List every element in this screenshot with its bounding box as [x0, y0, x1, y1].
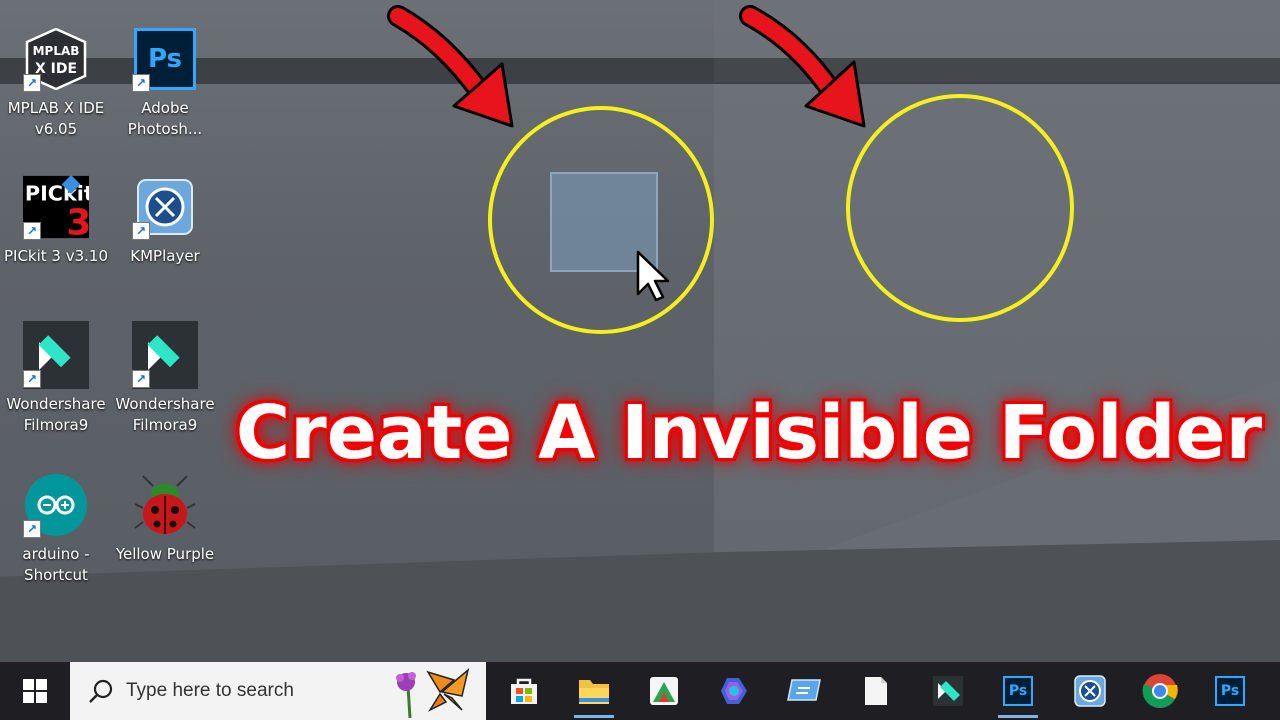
- shortcut-arrow-icon: ↗: [132, 74, 150, 92]
- shortcut-arrow-icon: ↗: [23, 520, 41, 538]
- shortcut-arrow-icon: ↗: [23, 74, 41, 92]
- desktop-icon-label: Adobe Photosh...: [127, 99, 203, 138]
- desktop-icon-label: Wondershare Filmora9: [115, 395, 215, 434]
- svg-text:MPLAB: MPLAB: [33, 44, 80, 58]
- kmplayer-icon: [1074, 675, 1106, 707]
- search-icon: [89, 679, 113, 703]
- taskbar-photoshop-1[interactable]: Ps: [990, 662, 1046, 720]
- desktop-icon-label: PICkit 3 v3.10: [3, 247, 109, 265]
- desktop-icon-arduino[interactable]: ↗ arduino - Shortcut: [1, 472, 111, 586]
- svg-text:X IDE: X IDE: [35, 61, 77, 77]
- taskbar-search-box[interactable]: Type here to search: [70, 662, 486, 720]
- desktop-icon-filmora-2[interactable]: ↗ Wondershare Filmora9: [110, 321, 220, 436]
- taskbar-chrome[interactable]: [1132, 662, 1188, 720]
- arduino-icon: ↗: [23, 472, 89, 538]
- ladybug-icon: [132, 472, 198, 538]
- copilot-icon: [721, 678, 747, 704]
- photoshop-icon: Ps ↗: [132, 26, 198, 92]
- taskbar: Type here to search Ps Ps: [0, 662, 1280, 720]
- desktop-icon-pickit[interactable]: PICkit 3 ↗ PICkit 3 v3.10: [1, 174, 111, 267]
- shortcut-arrow-icon: ↗: [23, 370, 41, 388]
- mplab-icon: MPLAB X IDE ↗: [23, 26, 89, 92]
- file-explorer-icon: [579, 680, 609, 704]
- photoshop-icon: Ps: [1003, 676, 1033, 706]
- shortcut-arrow-icon: ↗: [132, 222, 150, 240]
- desktop-icon-label: MPLAB X IDE v6.05: [7, 99, 105, 138]
- pickit-icon: PICkit 3 ↗: [23, 174, 89, 240]
- taskbar-pinned-app[interactable]: [636, 662, 692, 720]
- desktop: MPLAB X IDE ↗ MPLAB X IDE v6.05 Ps ↗ Ado…: [0, 0, 1280, 662]
- desktop-icon-label: Wondershare Filmora9: [6, 395, 106, 434]
- filmora-icon: [933, 676, 963, 706]
- running-indicator: [998, 715, 1038, 718]
- headline-title: Create A Invisible Folder: [235, 390, 1263, 476]
- store-icon: [511, 678, 537, 704]
- taskbar-file-explorer[interactable]: [566, 662, 622, 720]
- pinned-app-icon: [650, 677, 678, 705]
- taskbar-notepad[interactable]: [848, 662, 904, 720]
- desktop-icon-label: KMPlayer: [130, 247, 200, 265]
- taskbar-remote-desktop[interactable]: [776, 662, 832, 720]
- svg-text:3: 3: [66, 202, 89, 240]
- start-button[interactable]: [0, 662, 70, 720]
- red-arrow-right-icon: [739, 5, 866, 128]
- desktop-icon-mplab[interactable]: MPLAB X IDE ↗ MPLAB X IDE v6.05: [1, 26, 111, 140]
- windows-logo-icon: [23, 679, 47, 703]
- desktop-icon-label: arduino - Shortcut: [22, 545, 90, 584]
- highlight-circle-right: [846, 94, 1074, 322]
- running-indicator: [574, 715, 614, 718]
- red-arrow-left-icon: [387, 5, 514, 128]
- desktop-icon-photoshop[interactable]: Ps ↗ Adobe Photosh...: [110, 26, 220, 140]
- filmora-icon: ↗: [132, 321, 198, 389]
- shortcut-arrow-icon: ↗: [23, 222, 41, 240]
- desktop-icon-filmora-1[interactable]: ↗ Wondershare Filmora9: [1, 321, 111, 436]
- mouse-cursor-icon: [636, 250, 670, 302]
- notepad-icon: [865, 677, 887, 705]
- taskbar-kmplayer[interactable]: [1062, 662, 1118, 720]
- taskbar-filmora[interactable]: [920, 662, 976, 720]
- chrome-icon: [1142, 674, 1178, 708]
- taskbar-store[interactable]: [496, 662, 552, 720]
- taskbar-copilot[interactable]: [706, 662, 762, 720]
- desktop-icon-yellow-purple[interactable]: Yellow Purple: [110, 472, 220, 565]
- remote-desktop-icon: [787, 679, 821, 701]
- filmora-icon: ↗: [23, 321, 89, 389]
- search-placeholder: Type here to search: [126, 680, 294, 701]
- photoshop-icon: Ps: [1215, 676, 1245, 706]
- taskbar-photoshop-2[interactable]: Ps: [1202, 662, 1258, 720]
- kmplayer-icon: ↗: [132, 174, 198, 240]
- shortcut-arrow-icon: ↗: [132, 370, 150, 388]
- desktop-icon-kmplayer[interactable]: ↗ KMPlayer: [110, 174, 220, 267]
- desktop-icon-label: Yellow Purple: [115, 545, 215, 563]
- butterfly-flower-icon: [396, 667, 470, 718]
